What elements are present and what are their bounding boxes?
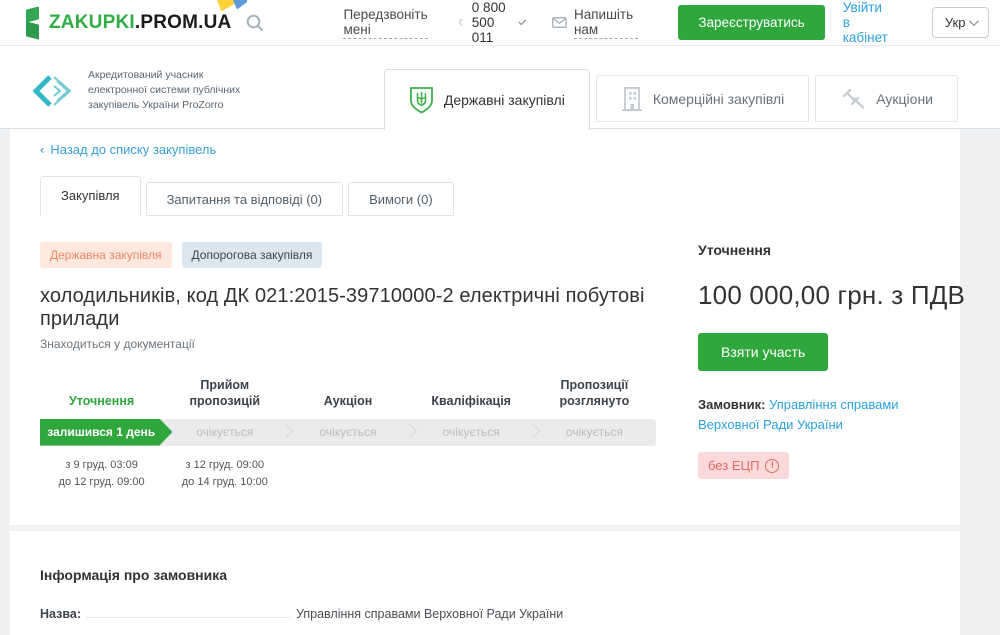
tender-details: Державна закупівля Допорогова закупівля … (40, 242, 656, 491)
stage-name: Уточнення (40, 393, 163, 409)
search-icon[interactable] (245, 13, 265, 33)
subthreshold-badge: Допорогова закупівля (182, 242, 323, 268)
accreditation-text: Акредитований учасник електронної систем… (88, 68, 240, 114)
tab-label: Комерційні закупівлі (653, 91, 784, 107)
warning-icon: ! (765, 459, 779, 473)
back-chevron-icon: ‹ (40, 142, 44, 157)
tender-title: холодильників, код ДК 021:2015-39710000-… (40, 285, 656, 331)
gavel-icon (840, 86, 866, 112)
language-select[interactable]: Укр (932, 7, 990, 38)
info-row: Назва: Управління справами Верховної Рад… (40, 607, 930, 621)
language-value: Укр (945, 15, 966, 30)
building-icon (621, 86, 643, 112)
main-tabs: Державні закупівлі Комерційні закупівлі (384, 69, 958, 129)
write-us-link[interactable]: Напишіть нам (574, 7, 638, 39)
logo-text-prom: .PROM.UA (135, 12, 232, 34)
top-header: ZAKUPKI.PROM.UA Передзвоніть мені 0 800 … (0, 0, 1000, 46)
stage-status: очікується (410, 419, 533, 446)
stage-name: Кваліфікація (410, 393, 533, 409)
back-to-list-link[interactable]: ‹ Назад до списку закупівель (40, 142, 216, 157)
tender-main: Державна закупівля Допорогова закупівля … (40, 242, 930, 491)
logo-flag-icon (26, 7, 41, 39)
tab-label: Державні закупівлі (444, 92, 565, 108)
tab-label: Аукціони (876, 91, 933, 107)
timeline-headers: Уточнення Прийом пропозицій Аукціон Квал… (40, 377, 656, 410)
no-ecp-badge: без ЕЦП ! (698, 452, 789, 479)
register-button[interactable]: Зареєструватись (678, 5, 824, 40)
current-stage-chip: залишився 1 день (40, 419, 172, 446)
tab-commercial-purchases[interactable]: Комерційні закупівлі (596, 75, 809, 122)
timeline: Уточнення Прийом пропозицій Аукціон Квал… (40, 377, 656, 491)
dotted-leader (87, 617, 290, 618)
side-panel: Уточнення 100 000,00 грн. з ПДВ Взяти уч… (698, 242, 930, 491)
envelope-icon (552, 15, 567, 30)
prozorro-accreditation: Акредитований учасник електронної систем… (30, 68, 240, 114)
info-value: Управління справами Верховної Ради Украї… (296, 607, 563, 621)
stage-dates: з 12 груд. 09:00 до 14 груд. 10:00 (163, 457, 286, 491)
tender-tabs: Закупівля Запитання та відповіді (0) Вим… (40, 176, 930, 216)
badges-row: Державна закупівля Допорогова закупівля (40, 242, 656, 268)
state-purchase-badge: Державна закупівля (40, 242, 172, 268)
tender-note: Знаходиться у документації (40, 337, 656, 351)
phone-dropdown[interactable]: 0 800 500 011 (458, 0, 523, 45)
tab-state-purchases[interactable]: Державні закупівлі (384, 69, 590, 130)
tab-auctions[interactable]: Аукціони (815, 75, 958, 122)
chevron-down-icon (969, 16, 979, 26)
ukraine-ribbon-icon (215, 0, 249, 13)
write-us[interactable]: Напишіть нам (552, 7, 638, 39)
tender-price: 100 000,00 грн. з ПДВ (698, 280, 930, 311)
participate-button[interactable]: Взяти участь (698, 333, 828, 371)
tab-questions[interactable]: Запитання та відповіді (0) (146, 182, 344, 216)
stage-dates: з 9 груд. 03:09 до 12 груд. 09:00 (40, 457, 163, 491)
trident-shield-icon (409, 86, 434, 115)
stage-name: Прийом пропозицій (163, 377, 286, 410)
callback-link[interactable]: Передзвоніть мені (343, 7, 427, 39)
stage-name: Пропозиції розглянуто (533, 377, 656, 410)
chevron-down-icon (518, 17, 525, 24)
stage-status: очікується (163, 419, 286, 446)
prozorro-logo-icon (30, 71, 76, 111)
site-logo[interactable]: ZAKUPKI.PROM.UA (26, 7, 231, 39)
info-label: Назва: (40, 607, 81, 621)
customer-info-card: Інформація про замовника Назва: Управлін… (10, 531, 960, 635)
phone-icon (458, 13, 465, 32)
login-link[interactable]: Увійти в кабінет (843, 0, 888, 45)
stage-status: очікується (533, 419, 656, 446)
customer-block: Замовник: Управління справами Верховної … (698, 395, 930, 434)
panel-stage-label: Уточнення (698, 242, 930, 258)
stage-name: Аукціон (286, 393, 409, 409)
page-content: ‹ Назад до списку закупівель Закупівля З… (0, 129, 1000, 635)
customer-info-title: Інформація про замовника (40, 567, 930, 583)
nav-header: Акредитований учасник електронної систем… (0, 46, 1000, 129)
timeline-bar: залишився 1 день очікується очікується о… (40, 419, 656, 446)
customer-label: Замовник: (698, 397, 765, 412)
phone-number: 0 800 500 011 (472, 0, 508, 45)
tab-requirements[interactable]: Вимоги (0) (348, 182, 454, 216)
tab-purchase[interactable]: Закупівля (40, 176, 141, 216)
stage-status: очікується (286, 419, 409, 446)
tender-card: ‹ Назад до списку закупівель Закупівля З… (10, 129, 960, 525)
logo-text-zakupki: ZAKUPKI (49, 12, 135, 34)
timeline-dates: з 9 груд. 03:09 до 12 груд. 09:00 з 12 г… (40, 457, 656, 491)
